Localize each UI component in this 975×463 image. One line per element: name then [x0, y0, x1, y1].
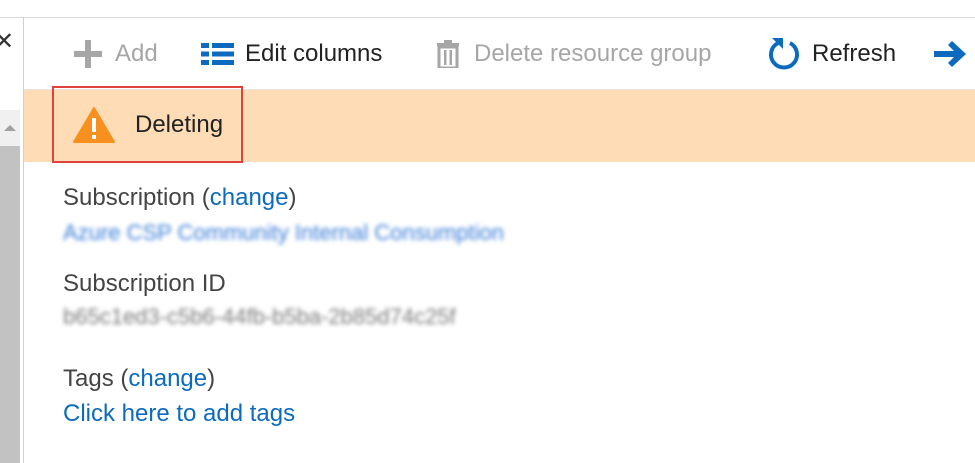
resource-group-blade: ✕ Add Edit columns Delete resource group…: [0, 0, 975, 463]
columns-icon: [201, 42, 234, 65]
subscription-value-link[interactable]: Azure CSP Community Internal Consumption: [63, 218, 504, 248]
tags-change-link[interactable]: change: [128, 365, 207, 392]
delete-resource-group-label: Delete resource group: [474, 39, 712, 67]
delete-resource-group-button[interactable]: Delete resource group: [437, 18, 711, 89]
refresh-button[interactable]: Refresh: [768, 18, 896, 89]
add-tags-link[interactable]: Click here to add tags: [63, 399, 295, 429]
tags-paren-open: (: [113, 365, 129, 392]
command-bar: Add Edit columns Delete resource group R…: [24, 18, 975, 89]
add-button[interactable]: Add: [72, 18, 158, 89]
tags-paren-close: ): [207, 365, 216, 392]
tags-row: Tags (change): [63, 364, 215, 394]
subscription-id-label: Subscription ID: [63, 270, 226, 297]
deleting-status: Deleting: [52, 86, 243, 163]
scrollbar-thumb[interactable]: [0, 146, 20, 463]
edit-columns-label: Edit columns: [245, 39, 383, 67]
subscription-id-value: b65c1ed3-c5b6-44fb-b5ba-2b85d74c25f: [63, 304, 456, 329]
scroll-up-icon[interactable]: [0, 110, 20, 146]
arrow-right-icon: [934, 40, 966, 67]
close-icon[interactable]: ✕: [0, 30, 14, 54]
tags-label: Tags: [63, 365, 114, 392]
trash-icon: [437, 39, 459, 68]
edit-columns-button[interactable]: Edit columns: [201, 18, 382, 89]
refresh-icon: [769, 37, 799, 70]
subscription-change-link[interactable]: change: [210, 184, 289, 211]
move-button[interactable]: [934, 18, 970, 89]
warning-icon: [73, 106, 115, 143]
refresh-label: Refresh: [812, 39, 897, 67]
status-text: Deleting: [135, 110, 224, 138]
subscription-paren-close: ): [288, 184, 297, 211]
subscription-row: Subscription (change): [63, 183, 297, 213]
subscription-label: Subscription: [63, 184, 196, 211]
add-label: Add: [115, 39, 158, 67]
subscription-paren-open: (: [195, 184, 210, 211]
plus-icon: [74, 39, 102, 68]
